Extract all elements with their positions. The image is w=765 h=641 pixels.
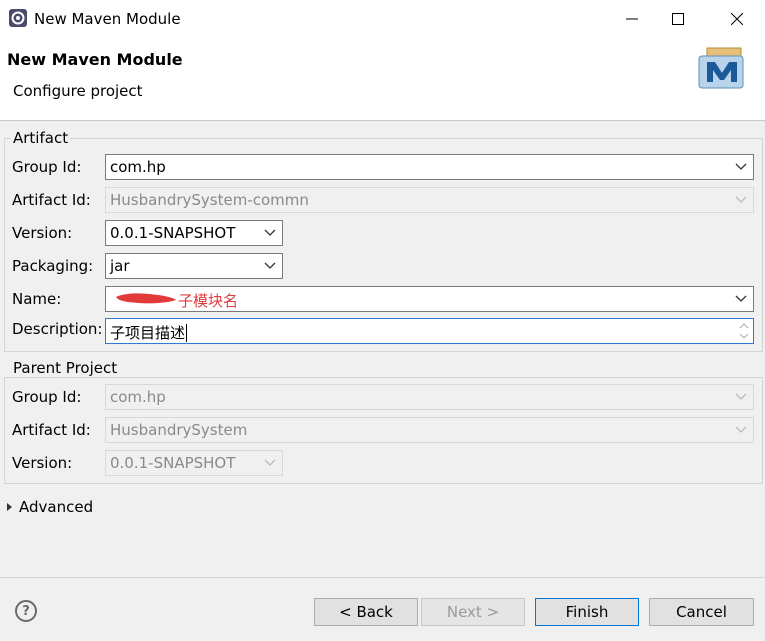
version-label: Version: (12, 224, 73, 242)
chevron-down-icon (258, 451, 282, 475)
name-combo[interactable]: 子模块名 (105, 286, 754, 312)
group-id-combo[interactable]: com.hp (105, 154, 754, 180)
description-scroll-spinner[interactable] (737, 320, 751, 342)
chevron-down-icon[interactable] (258, 221, 282, 245)
parent-version-combo[interactable]: 0.0.1-SNAPSHOT (105, 450, 283, 476)
chevron-down-icon (729, 385, 753, 409)
packaging-combo[interactable]: jar (105, 253, 283, 279)
chevron-down-icon[interactable] (729, 287, 753, 311)
artifact-id-value: HusbandrySystem-commn (110, 191, 309, 209)
back-button[interactable]: < Back (314, 598, 418, 626)
artifact-group-title: Artifact (11, 129, 71, 147)
window-title: New Maven Module (34, 10, 181, 28)
artifact-id-label: Artifact Id: (12, 191, 91, 209)
redaction-scribble (116, 293, 176, 304)
artifact-id-combo[interactable]: HusbandrySystem-commn (105, 187, 754, 213)
parent-version-value: 0.0.1-SNAPSHOT (110, 454, 236, 472)
minimize-icon (626, 18, 638, 20)
eclipse-app-icon (9, 9, 27, 27)
scroll-arrows-icon (739, 323, 749, 339)
version-value: 0.0.1-SNAPSHOT (110, 224, 236, 242)
packaging-label: Packaging: (12, 257, 94, 275)
description-value: 子项目描述 (110, 324, 186, 342)
name-label: Name: (12, 290, 62, 308)
maximize-button[interactable] (655, 2, 701, 36)
parent-version-label: Version: (12, 454, 73, 472)
advanced-expander[interactable]: Advanced (6, 498, 93, 516)
chevron-down-icon[interactable] (258, 254, 282, 278)
chevron-down-icon[interactable] (729, 155, 753, 179)
parent-artifact-id-combo[interactable]: HusbandrySystem (105, 417, 754, 443)
parent-artifact-id-label: Artifact Id: (12, 421, 91, 439)
name-value: 子模块名 (178, 292, 239, 310)
advanced-label: Advanced (19, 498, 94, 516)
help-glyph: ? (22, 603, 30, 619)
close-button[interactable] (714, 2, 760, 36)
parent-group-id-value: com.hp (110, 388, 166, 406)
maximize-icon (672, 13, 684, 25)
group-id-label: Group Id: (12, 158, 82, 176)
parent-group-id-combo[interactable]: com.hp (105, 384, 754, 410)
version-combo[interactable]: 0.0.1-SNAPSHOT (105, 220, 283, 246)
footer-divider (0, 577, 765, 578)
close-icon (731, 13, 743, 25)
finish-button[interactable]: Finish (535, 598, 639, 626)
description-label: Description: (12, 320, 103, 338)
group-id-value: com.hp (110, 158, 166, 176)
page-title: New Maven Module (7, 50, 183, 69)
parent-group-id-label: Group Id: (12, 388, 82, 406)
page-subtitle: Configure project (13, 82, 143, 100)
help-icon[interactable]: ? (15, 600, 37, 622)
minimize-button[interactable] (609, 2, 655, 36)
parent-project-group-title: Parent Project (11, 359, 120, 377)
parent-artifact-id-value: HusbandrySystem (110, 421, 248, 439)
maven-logo-icon (698, 47, 744, 89)
description-textarea[interactable]: 子项目描述 (105, 318, 754, 344)
text-cursor (186, 324, 188, 342)
chevron-down-icon (729, 188, 753, 212)
next-button[interactable]: Next > (421, 598, 525, 626)
cancel-button[interactable]: Cancel (649, 598, 754, 626)
chevron-down-icon (729, 418, 753, 442)
packaging-value: jar (110, 257, 130, 275)
triangle-right-icon (7, 503, 12, 511)
